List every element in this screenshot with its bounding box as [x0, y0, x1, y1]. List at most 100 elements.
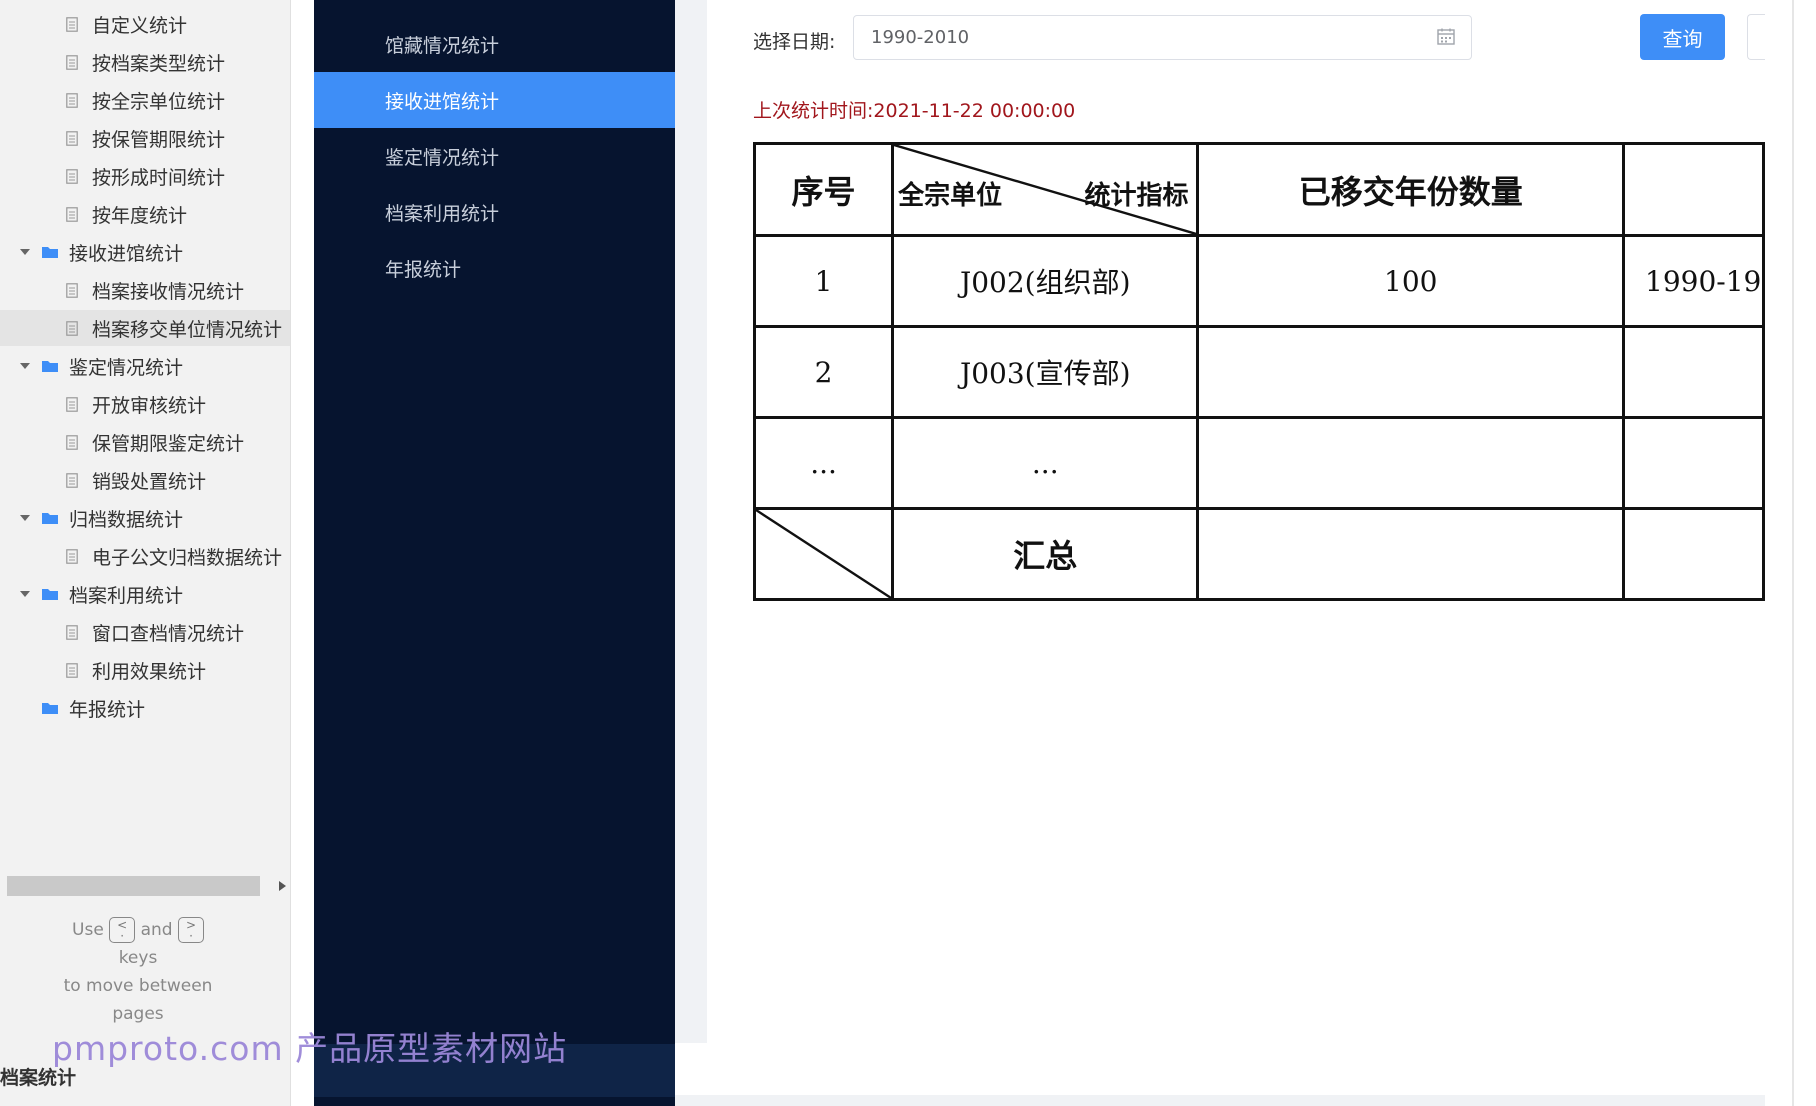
- watermark-text: pmproto.com 产品原型素材网站: [52, 1029, 568, 1068]
- document-icon: [66, 624, 78, 640]
- tree-horizontal-scrollbar[interactable]: [7, 876, 260, 896]
- summary-years-count: [1196, 507, 1625, 601]
- tree-item-label: 按年度统计: [92, 204, 188, 227]
- tree-leaf-item[interactable]: 利用效果统计: [0, 652, 290, 688]
- folder-icon: [42, 589, 58, 600]
- folder-icon: [42, 361, 58, 372]
- document-icon: [66, 16, 78, 32]
- keyboard-navigation-hint: Use < · and > · keys to move between pages: [40, 916, 236, 1028]
- tree-item-label: 开放审核统计: [92, 394, 207, 417]
- scroll-right-arrow-icon[interactable]: [277, 880, 287, 892]
- transfer-statistics-table: 序号 全宗单位 统计指标 已移交年份数量 1 J002(组织部) 100 1990-1…: [752, 142, 1765, 601]
- folder-icon: [42, 703, 58, 714]
- tree-item-label: 自定义统计: [92, 14, 188, 37]
- table-row: ......: [752, 416, 1765, 510]
- table-summary-row: 汇总: [752, 507, 1765, 601]
- tree-folder-item[interactable]: 鉴定情况统计: [0, 348, 290, 384]
- row-year-range: 1990-19: [1622, 234, 1765, 328]
- nav-item-label: 馆藏情况统计: [385, 34, 500, 57]
- tree-leaf-item[interactable]: 按全宗单位统计: [0, 82, 290, 118]
- date-range-input[interactable]: 1990-2010: [853, 15, 1472, 60]
- document-icon: [66, 54, 78, 70]
- tree-item-label: 年报统计: [69, 698, 146, 721]
- row-seq: ...: [752, 416, 895, 510]
- statistics-nav-menu: 馆藏情况统计接收进馆统计 鉴定情况统计档案利用统计年报统计: [314, 0, 675, 1106]
- tree-leaf-item[interactable]: 窗口查档情况统计: [0, 614, 290, 650]
- hint-use-text: Use: [72, 920, 104, 940]
- tree-item-label: 档案移交单位情况统计: [92, 318, 283, 341]
- report-content: 选择日期: 1990-2010 查询 上次统计时间:2021-11-22 00:…: [707, 0, 1765, 1095]
- row-unit: ...: [891, 416, 1200, 510]
- nav-item[interactable]: 档案利用统计: [314, 184, 675, 240]
- bottom-scrollbar-track: [675, 1095, 1765, 1106]
- tree-item-label: 按档案类型统计: [92, 52, 226, 75]
- document-icon: [66, 472, 78, 488]
- nav-item[interactable]: 接收进馆统计: [314, 72, 675, 128]
- tree-leaf-item[interactable]: 档案接收情况统计: [0, 272, 290, 308]
- expand-caret-icon[interactable]: [19, 246, 31, 258]
- expand-caret-icon[interactable]: [19, 360, 31, 372]
- nav-item[interactable]: 鉴定情况统计: [314, 128, 675, 184]
- document-icon: [66, 396, 78, 412]
- tree-folder-item[interactable]: 接收进馆统计: [0, 234, 290, 270]
- document-icon: [66, 130, 78, 146]
- tree-folder-item[interactable]: 档案利用统计: [0, 576, 290, 612]
- date-label: 选择日期:: [753, 31, 836, 53]
- tree-item-label: 鉴定情况统计: [69, 356, 184, 379]
- tree-item-label: 按保管期限统计: [92, 128, 226, 151]
- tree-item-label: 保管期限鉴定统计: [92, 432, 245, 455]
- folder-icon: [42, 247, 58, 258]
- expand-caret-icon[interactable]: [19, 512, 31, 524]
- tree-leaf-item[interactable]: 按形成时间统计: [0, 158, 290, 194]
- tree-folder-item[interactable]: 归档数据统计: [0, 500, 290, 536]
- tree-item-label: 利用效果统计: [92, 660, 207, 683]
- tree-item-label: 按形成时间统计: [92, 166, 226, 189]
- row-unit: J002(组织部): [891, 234, 1200, 328]
- tree-item-label: 按全宗单位统计: [92, 90, 226, 113]
- header-years-count: 已移交年份数量: [1196, 142, 1625, 237]
- table-body: 1 J002(组织部) 100 1990-19 2 J003(宣传部)......: [752, 234, 1765, 510]
- tree-leaf-item[interactable]: 销毁处置统计: [0, 462, 290, 498]
- summary-diagonal-line: [756, 510, 892, 598]
- query-button[interactable]: 查询: [1640, 14, 1725, 60]
- nav-item[interactable]: 馆藏情况统计: [314, 16, 675, 72]
- nav-item-label: 档案利用统计: [385, 202, 500, 225]
- row-years-count: [1196, 416, 1625, 510]
- tree-item-label: 接收进馆统计: [69, 242, 184, 265]
- expand-caret-icon[interactable]: [19, 588, 31, 600]
- row-years-count: 100: [1196, 234, 1625, 328]
- tree-item-label: 销毁处置统计: [92, 470, 207, 493]
- tree-leaf-item[interactable]: 开放审核统计: [0, 386, 290, 422]
- table-row: 1 J002(组织部) 100 1990-19: [752, 234, 1765, 328]
- tree-leaf-item[interactable]: 电子公文归档数据统计: [0, 538, 290, 574]
- calendar-icon[interactable]: [1437, 28, 1455, 45]
- tree-folder-item[interactable]: 年报统计: [0, 690, 290, 726]
- document-icon: [66, 548, 78, 564]
- summary-label: 汇总: [891, 507, 1200, 601]
- document-icon: [66, 168, 78, 184]
- tree-item-label: 档案接收情况统计: [92, 280, 245, 303]
- header-diagonal-cell: 全宗单位 统计指标: [891, 142, 1200, 237]
- hint-move-text: to move between: [63, 976, 213, 996]
- nav-item[interactable]: 年报统计: [314, 240, 675, 296]
- tree-leaf-item[interactable]: 档案移交单位情况统计: [0, 310, 290, 346]
- archive-tree-panel: 自定义统计按档案类型统计 按全宗单位统计 按保管期限统计 按形成时间统计 按年度统计接收…: [0, 0, 291, 1106]
- tree-leaf-item[interactable]: 按保管期限统计: [0, 120, 290, 156]
- vertical-scrollbar[interactable]: [1792, 0, 1794, 1106]
- tree-leaf-item[interactable]: 按年度统计: [0, 196, 290, 232]
- header-indicator: 统计指标: [1084, 181, 1189, 211]
- last-statistics-time: 上次统计时间:2021-11-22 00:00:00: [753, 100, 1076, 122]
- hint-keys-text: keys: [118, 948, 158, 968]
- table-row: 2 J003(宣传部): [752, 325, 1765, 419]
- tree-leaf-item[interactable]: 保管期限鉴定统计: [0, 424, 290, 460]
- header-year-range: [1622, 142, 1765, 237]
- content-gutter: [675, 0, 707, 1043]
- table-header-row: 序号 全宗单位 统计指标 已移交年份数量: [752, 142, 1765, 237]
- secondary-button[interactable]: [1747, 14, 1765, 60]
- document-icon: [66, 662, 78, 678]
- header-unit: 全宗单位: [898, 181, 1003, 211]
- tree-item-label: 电子公文归档数据统计: [92, 546, 283, 569]
- tree-leaf-item[interactable]: 自定义统计: [0, 6, 290, 42]
- document-icon: [66, 320, 78, 336]
- tree-leaf-item[interactable]: 按档案类型统计: [0, 44, 290, 80]
